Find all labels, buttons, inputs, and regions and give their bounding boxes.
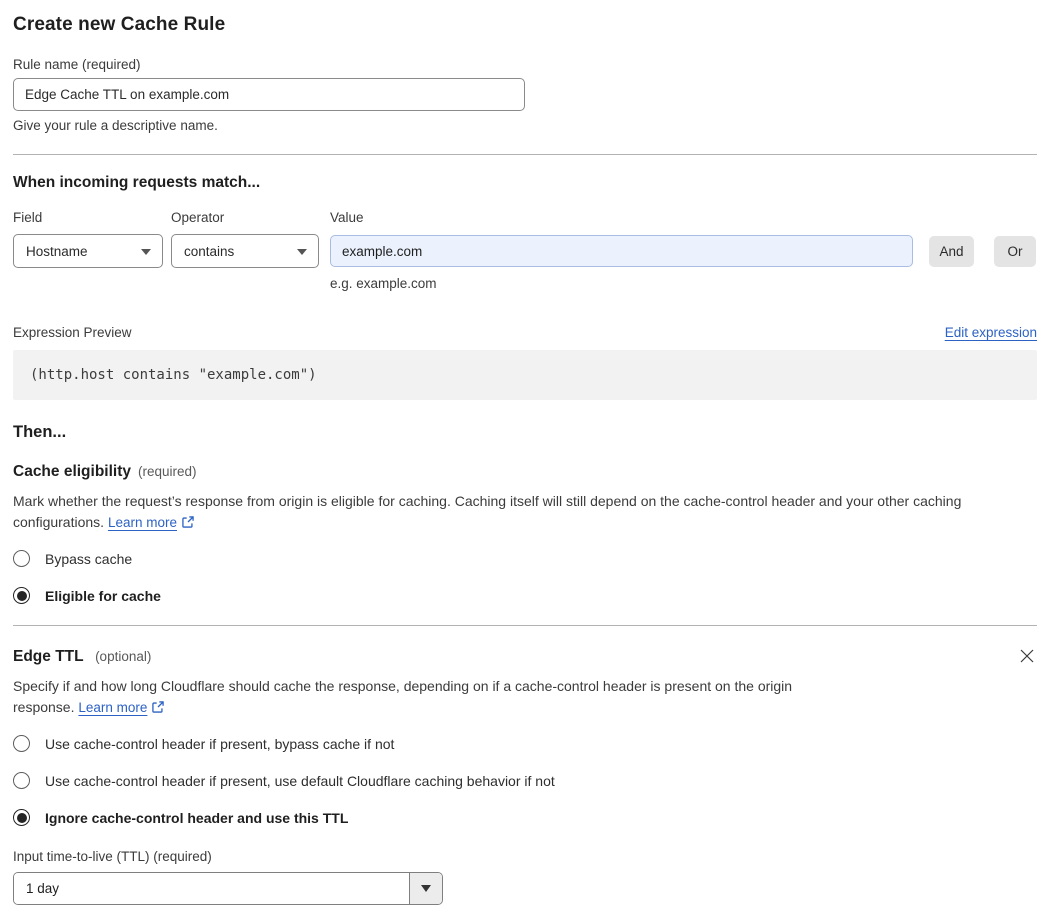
expression-text: (http.host contains "example.com"): [30, 367, 317, 383]
section-divider: [13, 625, 1037, 626]
radio-use-header-default-label: Use cache-control header if present, use…: [45, 772, 555, 789]
or-button[interactable]: Or: [994, 235, 1036, 267]
rule-name-help: Give your rule a descriptive name.: [13, 118, 218, 133]
edge-ttl-description: Specify if and how long Cloudflare shoul…: [13, 676, 851, 718]
ttl-combobox: [13, 872, 443, 905]
chevron-down-icon: [421, 885, 431, 892]
radio-bypass-cache-label: Bypass cache: [45, 550, 133, 567]
chevron-down-icon: [141, 249, 151, 255]
section-divider: [13, 154, 1037, 155]
cache-learn-more-link[interactable]: Learn more: [108, 515, 177, 530]
page-title: Create new Cache Rule: [13, 14, 226, 35]
field-select[interactable]: Hostname: [13, 234, 163, 268]
radio-button-selected-icon[interactable]: [13, 809, 30, 826]
radio-button-selected-icon[interactable]: [13, 587, 30, 604]
expression-code-block: (http.host contains "example.com"): [13, 350, 1037, 400]
and-button[interactable]: And: [929, 235, 974, 267]
ttl-dropdown-button[interactable]: [409, 873, 442, 904]
radio-ignore-header-ttl[interactable]: Ignore cache-control header and use this…: [13, 809, 1037, 826]
edge-ttl-qualifier: (optional): [95, 649, 152, 664]
value-label: Value: [330, 210, 364, 225]
radio-eligible-for-cache-label: Eligible for cache: [45, 587, 161, 604]
operator-select-value: contains: [184, 243, 235, 259]
cache-eligibility-header: Cache eligibility (required): [13, 463, 1037, 481]
cache-eligibility-qualifier: (required): [138, 464, 197, 479]
radio-use-header-bypass-label: Use cache-control header if present, byp…: [45, 735, 395, 752]
expression-preview-row: Expression Preview Edit expression: [13, 325, 1037, 340]
operator-select[interactable]: contains: [171, 234, 319, 268]
operator-label: Operator: [171, 210, 225, 225]
cache-rule-form: Create new Cache Rule Rule name (require…: [0, 13, 1058, 905]
radio-button-icon[interactable]: [13, 550, 30, 567]
radio-eligible-for-cache[interactable]: Eligible for cache: [13, 587, 1037, 604]
edge-ttl-title: Edge TTL: [13, 648, 84, 665]
radio-use-header-default[interactable]: Use cache-control header if present, use…: [13, 772, 1037, 789]
value-help: e.g. example.com: [330, 276, 437, 291]
rule-name-input[interactable]: [13, 78, 525, 111]
edit-expression-link[interactable]: Edit expression: [945, 325, 1037, 340]
cache-eligibility-title: Cache eligibility: [13, 463, 132, 480]
close-icon: [1020, 649, 1034, 663]
field-select-value: Hostname: [26, 243, 88, 259]
external-link-icon: [182, 516, 194, 528]
chevron-down-icon: [297, 249, 307, 255]
radio-ignore-header-ttl-label: Ignore cache-control header and use this…: [45, 809, 349, 826]
match-heading: When incoming requests match...: [13, 174, 261, 191]
match-column-labels: Field Operator Value: [13, 210, 1037, 225]
ttl-input[interactable]: [14, 873, 409, 904]
expression-preview-label: Expression Preview: [13, 325, 132, 340]
ttl-label: Input time-to-live (TTL) (required): [13, 849, 212, 864]
close-edge-ttl-button[interactable]: [1017, 646, 1037, 666]
radio-bypass-cache[interactable]: Bypass cache: [13, 550, 1037, 567]
value-input[interactable]: [330, 235, 913, 267]
edge-learn-more-link[interactable]: Learn more: [78, 700, 147, 715]
rule-name-label: Rule name (required): [13, 57, 141, 72]
radio-use-header-bypass[interactable]: Use cache-control header if present, byp…: [13, 735, 1037, 752]
radio-button-icon[interactable]: [13, 735, 30, 752]
edge-ttl-header: Edge TTL (optional): [13, 648, 1037, 666]
external-link-icon: [152, 701, 165, 713]
cache-eligibility-description: Mark whether the request’s response from…: [13, 491, 1025, 533]
field-label: Field: [13, 210, 43, 225]
radio-button-icon[interactable]: [13, 772, 30, 789]
match-row: Hostname contains And Or: [13, 234, 1037, 268]
then-heading: Then...: [13, 423, 67, 441]
